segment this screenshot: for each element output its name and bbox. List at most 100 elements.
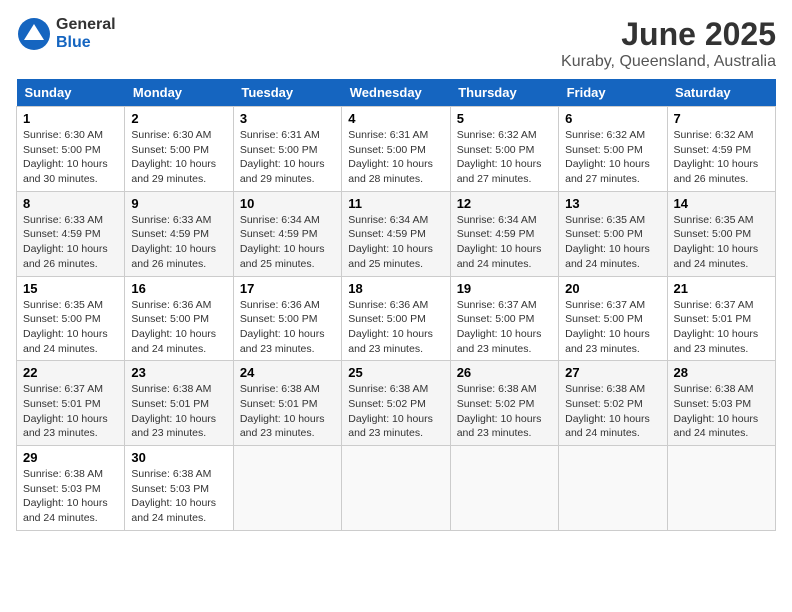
col-sunday: Sunday	[17, 79, 125, 107]
table-row: 3 Sunrise: 6:31 AM Sunset: 5:00 PM Dayli…	[233, 107, 341, 192]
calendar-week-row: 29 Sunrise: 6:38 AM Sunset: 5:03 PM Dayl…	[17, 446, 776, 531]
day-info: Sunrise: 6:34 AM Sunset: 4:59 PM Dayligh…	[348, 213, 443, 272]
day-number: 11	[348, 196, 443, 211]
col-wednesday: Wednesday	[342, 79, 450, 107]
table-row: 13 Sunrise: 6:35 AM Sunset: 5:00 PM Dayl…	[559, 191, 667, 276]
day-info: Sunrise: 6:33 AM Sunset: 4:59 PM Dayligh…	[131, 213, 226, 272]
logo-blue-text: Blue	[56, 34, 116, 52]
day-number: 19	[457, 281, 552, 296]
day-number: 2	[131, 111, 226, 126]
day-info: Sunrise: 6:37 AM Sunset: 5:00 PM Dayligh…	[457, 298, 552, 357]
calendar-week-row: 22 Sunrise: 6:37 AM Sunset: 5:01 PM Dayl…	[17, 361, 776, 446]
table-row: 12 Sunrise: 6:34 AM Sunset: 4:59 PM Dayl…	[450, 191, 558, 276]
day-number: 30	[131, 450, 226, 465]
col-friday: Friday	[559, 79, 667, 107]
logo-icon	[16, 16, 52, 52]
day-info: Sunrise: 6:37 AM Sunset: 5:01 PM Dayligh…	[674, 298, 769, 357]
day-number: 12	[457, 196, 552, 211]
day-info: Sunrise: 6:34 AM Sunset: 4:59 PM Dayligh…	[457, 213, 552, 272]
day-info: Sunrise: 6:38 AM Sunset: 5:01 PM Dayligh…	[131, 382, 226, 441]
day-number: 7	[674, 111, 769, 126]
table-row	[559, 446, 667, 531]
col-thursday: Thursday	[450, 79, 558, 107]
day-number: 14	[674, 196, 769, 211]
day-number: 9	[131, 196, 226, 211]
table-row: 23 Sunrise: 6:38 AM Sunset: 5:01 PM Dayl…	[125, 361, 233, 446]
col-monday: Monday	[125, 79, 233, 107]
month-year-title: June 2025	[561, 16, 776, 53]
day-info: Sunrise: 6:36 AM Sunset: 5:00 PM Dayligh…	[240, 298, 335, 357]
day-number: 10	[240, 196, 335, 211]
day-number: 25	[348, 365, 443, 380]
day-info: Sunrise: 6:34 AM Sunset: 4:59 PM Dayligh…	[240, 213, 335, 272]
calendar-header-row: Sunday Monday Tuesday Wednesday Thursday…	[17, 79, 776, 107]
day-number: 18	[348, 281, 443, 296]
day-number: 6	[565, 111, 660, 126]
calendar-week-row: 8 Sunrise: 6:33 AM Sunset: 4:59 PM Dayli…	[17, 191, 776, 276]
col-tuesday: Tuesday	[233, 79, 341, 107]
day-number: 4	[348, 111, 443, 126]
calendar-title-section: June 2025 Kuraby, Queensland, Australia	[561, 16, 776, 71]
day-info: Sunrise: 6:35 AM Sunset: 5:00 PM Dayligh…	[23, 298, 118, 357]
table-row	[667, 446, 775, 531]
table-row: 4 Sunrise: 6:31 AM Sunset: 5:00 PM Dayli…	[342, 107, 450, 192]
table-row: 21 Sunrise: 6:37 AM Sunset: 5:01 PM Dayl…	[667, 276, 775, 361]
table-row: 18 Sunrise: 6:36 AM Sunset: 5:00 PM Dayl…	[342, 276, 450, 361]
table-row: 26 Sunrise: 6:38 AM Sunset: 5:02 PM Dayl…	[450, 361, 558, 446]
day-info: Sunrise: 6:37 AM Sunset: 5:00 PM Dayligh…	[565, 298, 660, 357]
day-info: Sunrise: 6:38 AM Sunset: 5:02 PM Dayligh…	[565, 382, 660, 441]
table-row: 16 Sunrise: 6:36 AM Sunset: 5:00 PM Dayl…	[125, 276, 233, 361]
day-info: Sunrise: 6:33 AM Sunset: 4:59 PM Dayligh…	[23, 213, 118, 272]
table-row	[342, 446, 450, 531]
day-number: 29	[23, 450, 118, 465]
day-number: 22	[23, 365, 118, 380]
calendar-week-row: 15 Sunrise: 6:35 AM Sunset: 5:00 PM Dayl…	[17, 276, 776, 361]
table-row: 22 Sunrise: 6:37 AM Sunset: 5:01 PM Dayl…	[17, 361, 125, 446]
day-number: 28	[674, 365, 769, 380]
day-number: 3	[240, 111, 335, 126]
day-number: 15	[23, 281, 118, 296]
day-number: 16	[131, 281, 226, 296]
day-info: Sunrise: 6:38 AM Sunset: 5:01 PM Dayligh…	[240, 382, 335, 441]
table-row: 10 Sunrise: 6:34 AM Sunset: 4:59 PM Dayl…	[233, 191, 341, 276]
day-number: 26	[457, 365, 552, 380]
table-row: 25 Sunrise: 6:38 AM Sunset: 5:02 PM Dayl…	[342, 361, 450, 446]
logo: General Blue	[16, 16, 116, 52]
calendar-week-row: 1 Sunrise: 6:30 AM Sunset: 5:00 PM Dayli…	[17, 107, 776, 192]
col-saturday: Saturday	[667, 79, 775, 107]
location-subtitle: Kuraby, Queensland, Australia	[561, 53, 776, 71]
table-row: 5 Sunrise: 6:32 AM Sunset: 5:00 PM Dayli…	[450, 107, 558, 192]
table-row: 11 Sunrise: 6:34 AM Sunset: 4:59 PM Dayl…	[342, 191, 450, 276]
table-row: 29 Sunrise: 6:38 AM Sunset: 5:03 PM Dayl…	[17, 446, 125, 531]
table-row: 27 Sunrise: 6:38 AM Sunset: 5:02 PM Dayl…	[559, 361, 667, 446]
table-row: 20 Sunrise: 6:37 AM Sunset: 5:00 PM Dayl…	[559, 276, 667, 361]
table-row: 8 Sunrise: 6:33 AM Sunset: 4:59 PM Dayli…	[17, 191, 125, 276]
table-row: 7 Sunrise: 6:32 AM Sunset: 4:59 PM Dayli…	[667, 107, 775, 192]
day-info: Sunrise: 6:32 AM Sunset: 5:00 PM Dayligh…	[457, 128, 552, 187]
table-row: 2 Sunrise: 6:30 AM Sunset: 5:00 PM Dayli…	[125, 107, 233, 192]
calendar-table: Sunday Monday Tuesday Wednesday Thursday…	[16, 79, 776, 531]
logo-general-text: General	[56, 16, 116, 34]
table-row: 17 Sunrise: 6:36 AM Sunset: 5:00 PM Dayl…	[233, 276, 341, 361]
day-info: Sunrise: 6:38 AM Sunset: 5:02 PM Dayligh…	[457, 382, 552, 441]
day-info: Sunrise: 6:36 AM Sunset: 5:00 PM Dayligh…	[348, 298, 443, 357]
day-info: Sunrise: 6:38 AM Sunset: 5:03 PM Dayligh…	[674, 382, 769, 441]
table-row	[233, 446, 341, 531]
table-row	[450, 446, 558, 531]
page-header: General Blue June 2025 Kuraby, Queenslan…	[16, 16, 776, 71]
day-info: Sunrise: 6:35 AM Sunset: 5:00 PM Dayligh…	[674, 213, 769, 272]
day-number: 13	[565, 196, 660, 211]
day-number: 5	[457, 111, 552, 126]
day-number: 8	[23, 196, 118, 211]
day-info: Sunrise: 6:30 AM Sunset: 5:00 PM Dayligh…	[131, 128, 226, 187]
day-info: Sunrise: 6:31 AM Sunset: 5:00 PM Dayligh…	[240, 128, 335, 187]
day-info: Sunrise: 6:38 AM Sunset: 5:02 PM Dayligh…	[348, 382, 443, 441]
table-row: 30 Sunrise: 6:38 AM Sunset: 5:03 PM Dayl…	[125, 446, 233, 531]
table-row: 15 Sunrise: 6:35 AM Sunset: 5:00 PM Dayl…	[17, 276, 125, 361]
day-info: Sunrise: 6:38 AM Sunset: 5:03 PM Dayligh…	[23, 467, 118, 526]
day-info: Sunrise: 6:31 AM Sunset: 5:00 PM Dayligh…	[348, 128, 443, 187]
table-row: 1 Sunrise: 6:30 AM Sunset: 5:00 PM Dayli…	[17, 107, 125, 192]
day-info: Sunrise: 6:36 AM Sunset: 5:00 PM Dayligh…	[131, 298, 226, 357]
table-row: 24 Sunrise: 6:38 AM Sunset: 5:01 PM Dayl…	[233, 361, 341, 446]
day-info: Sunrise: 6:38 AM Sunset: 5:03 PM Dayligh…	[131, 467, 226, 526]
